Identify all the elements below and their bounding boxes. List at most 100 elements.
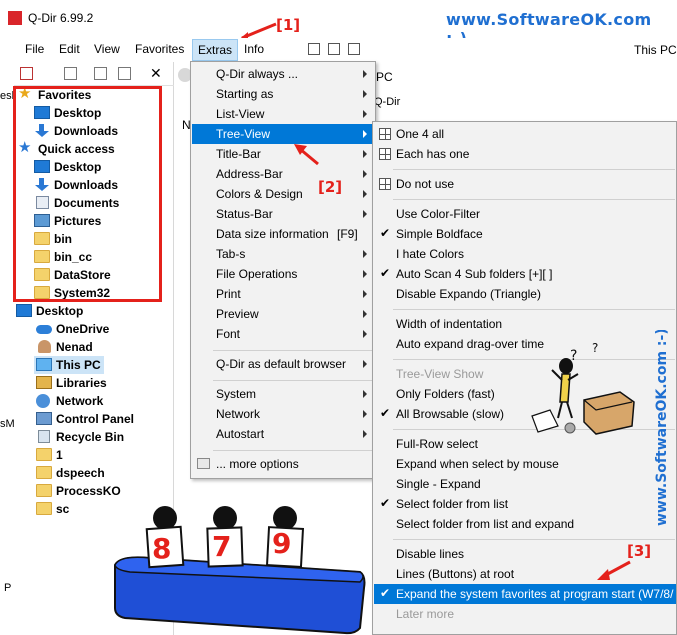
submenu-arrow-icon <box>363 170 367 178</box>
extras-qdir-always[interactable]: Q-Dir always ... <box>192 64 375 84</box>
tv-i-hate-colors[interactable]: I hate Colors <box>374 244 676 264</box>
extras-default-browser[interactable]: Q-Dir as default browser <box>192 354 375 374</box>
extras-starting-as[interactable]: Starting as <box>192 84 375 104</box>
folder-icon <box>36 448 52 461</box>
svg-text:?: ? <box>592 341 598 355</box>
tv-select-folder-list[interactable]: ✔ Select folder from list <box>374 494 676 514</box>
tv-select-folder-expand[interactable]: Select folder from list and expand <box>374 514 676 534</box>
score-sign-1: 8 <box>152 532 172 565</box>
tree-search-icon[interactable] <box>118 67 131 80</box>
tv-single-expand[interactable]: Single - Expand <box>374 474 676 494</box>
submenu-arrow-icon <box>363 70 367 78</box>
submenu-arrow-icon <box>363 310 367 318</box>
favorites-highlight-box <box>13 86 162 302</box>
tree-control-panel[interactable]: Control Panel <box>34 410 156 428</box>
tree-recycle-bin[interactable]: Recycle Bin <box>34 428 156 446</box>
tree-libraries[interactable]: Libraries <box>34 374 156 392</box>
submenu-arrow-icon <box>363 360 367 368</box>
thinking-mascot-cartoon: ? ? <box>531 341 635 435</box>
network-icon <box>36 394 50 408</box>
layout-grid-icon <box>379 148 391 160</box>
tree-layout-icon[interactable] <box>64 67 77 80</box>
menu-separator <box>393 539 675 540</box>
tv-expand-select-mouse[interactable]: Expand when select by mouse <box>374 454 676 474</box>
menu-extras[interactable]: Extras <box>192 39 239 61</box>
extras-print[interactable]: Print <box>192 284 375 304</box>
tree-this-pc[interactable]: This PC <box>34 356 104 374</box>
tree-dspeech[interactable]: dspeech <box>34 464 156 482</box>
submenu-arrow-icon <box>363 430 367 438</box>
extras-system[interactable]: System <box>192 384 375 404</box>
submenu-arrow-icon <box>363 130 367 138</box>
menu-favorites[interactable]: Favorites <box>131 42 188 56</box>
annotation-arrow-3-icon <box>597 560 631 580</box>
tv-one-4-all[interactable]: One 4 all <box>374 124 676 144</box>
watermark-side-container: www.SoftwareOK.com :-) <box>654 330 670 526</box>
tv-disable-expando[interactable]: Disable Expando (Triangle) <box>374 284 676 304</box>
extras-tree-view[interactable]: Tree-View <box>192 124 375 144</box>
onedrive-cloud-icon <box>36 325 52 334</box>
menu-view[interactable]: View <box>90 42 124 56</box>
tv-auto-scan[interactable]: ✔ Auto Scan 4 Sub folders [+][ ] <box>374 264 676 284</box>
tv-each-has-one[interactable]: Each has one <box>374 144 676 164</box>
menu-edit[interactable]: Edit <box>55 42 84 56</box>
layout-grid-icon[interactable] <box>308 43 320 55</box>
menu-separator <box>393 309 675 310</box>
extras-address-bar[interactable]: Address-Bar <box>192 164 375 184</box>
qdir-app-icon <box>8 11 22 25</box>
more-options-icon <box>197 458 210 469</box>
tree-close-icon[interactable]: ✕ <box>150 65 162 82</box>
extras-status-bar[interactable]: Status-Bar <box>192 204 375 224</box>
watermark-side: www.SoftwareOK.com :-) <box>654 330 670 526</box>
submenu-arrow-icon <box>363 150 367 158</box>
computer-icon <box>36 358 52 371</box>
layout-grid-icon <box>379 128 391 140</box>
submenu-arrow-icon <box>363 250 367 258</box>
title-bar: Q-Dir 6.99.2 www.SoftwareOK.com :-) [1] <box>0 0 677 48</box>
desktop-icon <box>16 304 32 317</box>
tv-use-color-filter[interactable]: Use Color-Filter <box>374 204 676 224</box>
menu-separator <box>393 169 675 170</box>
check-icon: ✔ <box>380 406 391 420</box>
tree-pin-icon[interactable] <box>20 67 33 80</box>
extras-more-options[interactable]: ... more options <box>192 454 375 474</box>
extras-autostart[interactable]: Autostart <box>192 424 375 444</box>
extras-tabs[interactable]: Tab-s <box>192 244 375 264</box>
layout-2-icon[interactable] <box>328 43 340 55</box>
tv-later-more: Later more <box>396 607 455 621</box>
tree-onedrive[interactable]: OneDrive <box>34 320 156 338</box>
extras-list-view[interactable]: List-View <box>192 104 375 124</box>
tree-processko[interactable]: ProcessKO <box>34 482 156 500</box>
submenu-arrow-icon <box>363 90 367 98</box>
tree-network[interactable]: Network <box>34 392 156 410</box>
submenu-arrow-icon <box>363 270 367 278</box>
annotation-arrow-2-icon <box>294 144 319 166</box>
tv-simple-boldface[interactable]: ✔ Simple Boldface <box>374 224 676 244</box>
tree-desktop[interactable]: Desktop <box>14 302 156 320</box>
menu-info[interactable]: Info <box>240 42 268 56</box>
check-icon: ✔ <box>380 586 391 600</box>
tv-do-not-use[interactable]: Do not use <box>374 174 676 194</box>
extras-colors-design[interactable]: Colors & Design <box>192 184 375 204</box>
score-sign-2: 7 <box>212 530 232 563</box>
submenu-arrow-icon <box>363 390 367 398</box>
extras-file-operations[interactable]: File Operations <box>192 264 375 284</box>
tree-refresh-icon[interactable] <box>94 67 107 80</box>
extras-title-bar[interactable]: Title-Bar <box>192 144 375 164</box>
tree-folder-1[interactable]: 1 <box>34 446 156 464</box>
extras-preview[interactable]: Preview <box>192 304 375 324</box>
extras-data-size[interactable]: Data size information [F9] <box>192 224 375 244</box>
bg-tab-qdir: Q-Dir <box>374 96 401 108</box>
extras-network[interactable]: Network <box>192 404 375 424</box>
recycle-bin-icon <box>38 430 50 443</box>
layout-3-icon[interactable] <box>348 43 360 55</box>
submenu-arrow-icon <box>363 290 367 298</box>
submenu-arrow-icon <box>363 330 367 338</box>
menu-separator <box>213 350 373 351</box>
extras-font[interactable]: Font <box>192 324 375 344</box>
check-icon: ✔ <box>380 226 391 240</box>
tv-expand-system-favorites[interactable]: ✔ Expand the system favorites at program … <box>374 584 676 604</box>
tree-nenad[interactable]: Nenad <box>34 338 156 356</box>
window-title: Q-Dir 6.99.2 <box>28 11 94 25</box>
menu-file[interactable]: File <box>21 42 48 56</box>
